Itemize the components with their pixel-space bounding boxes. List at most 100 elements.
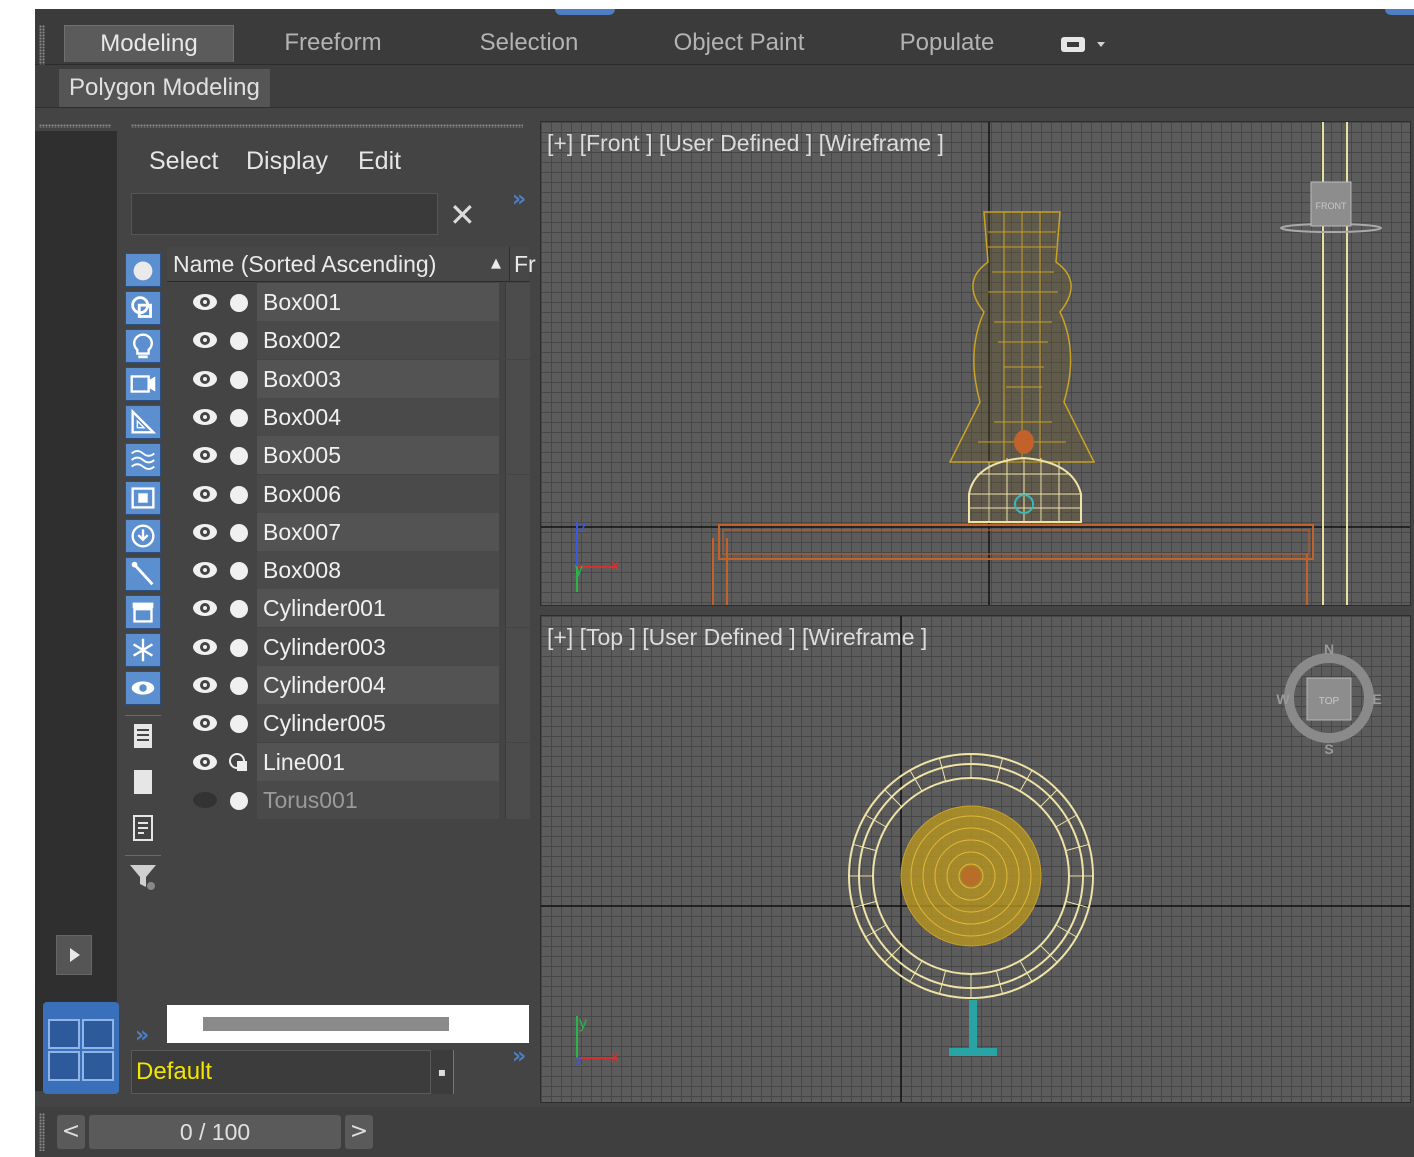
eye-visible-icon[interactable] xyxy=(191,711,219,735)
menu-edit[interactable]: Edit xyxy=(358,147,401,176)
filter-frozen-icon[interactable] xyxy=(125,633,161,667)
next-frame-button[interactable]: > xyxy=(345,1115,373,1149)
tab-populate[interactable]: Populate xyxy=(863,25,1031,61)
tab-polygon-modeling[interactable]: Polygon Modeling xyxy=(59,69,270,107)
top-viewport-label[interactable]: [+] [Top ] [User Defined ] [Wireframe ] xyxy=(547,624,927,651)
scene-search-input[interactable] xyxy=(131,193,438,235)
eye-visible-icon[interactable] xyxy=(191,405,219,429)
column-frozen-header[interactable]: Fr xyxy=(509,247,536,281)
object-name-label[interactable]: Box001 xyxy=(257,283,499,321)
eye-visible-icon[interactable] xyxy=(191,443,219,467)
column-name-header[interactable]: Name (Sorted Ascending) xyxy=(173,247,436,281)
layer-dropdown[interactable]: Default xyxy=(131,1050,431,1094)
display-invert-icon[interactable] xyxy=(125,811,161,845)
frozen-cell[interactable] xyxy=(505,704,530,742)
frozen-cell[interactable] xyxy=(505,283,530,321)
eye-visible-icon[interactable] xyxy=(191,367,219,391)
eye-visible-icon[interactable] xyxy=(191,635,219,659)
clear-search-icon[interactable]: ✕ xyxy=(449,197,476,233)
filter-xrefs-icon[interactable] xyxy=(125,519,161,553)
object-name-label[interactable]: Torus001 xyxy=(257,781,499,819)
eye-visible-icon[interactable] xyxy=(191,750,219,774)
scrollbar-thumb[interactable] xyxy=(203,1017,449,1031)
filter-funnel-icon[interactable] xyxy=(125,859,161,893)
frozen-cell[interactable] xyxy=(505,743,530,781)
frozen-cell[interactable] xyxy=(505,321,530,359)
filter-spacewarps-icon[interactable] xyxy=(125,443,161,477)
frozen-cell[interactable] xyxy=(505,398,530,436)
frozen-cell[interactable] xyxy=(505,551,530,589)
list-item[interactable]: Box008 xyxy=(167,551,530,589)
eye-visible-icon[interactable] xyxy=(191,558,219,582)
filter-geometry-icon[interactable] xyxy=(125,253,161,287)
list-item[interactable]: Box007 xyxy=(167,513,530,551)
object-name-label[interactable]: Box004 xyxy=(257,398,499,436)
panel-grip-left[interactable] xyxy=(39,124,111,128)
tab-modeling[interactable]: Modeling xyxy=(64,25,234,62)
frozen-cell[interactable] xyxy=(505,513,530,551)
frozen-cell[interactable] xyxy=(505,589,530,627)
frozen-cell[interactable] xyxy=(505,666,530,704)
filter-helpers-icon[interactable] xyxy=(125,405,161,439)
list-item[interactable]: Box005 xyxy=(167,436,530,474)
frozen-cell[interactable] xyxy=(505,628,530,666)
frozen-cell[interactable] xyxy=(505,475,530,513)
viewport-layout-button[interactable] xyxy=(43,1002,119,1094)
eye-visible-icon[interactable] xyxy=(191,328,219,352)
list-item[interactable]: Line001 xyxy=(167,743,530,781)
tab-selection[interactable]: Selection xyxy=(445,25,613,61)
object-name-label[interactable]: Box002 xyxy=(257,321,499,359)
viewport-top[interactable]: y z x TOP N S E W [+] [Top ] [User Defin… xyxy=(540,615,1411,1103)
filter-cameras-icon[interactable] xyxy=(125,367,161,401)
frozen-cell[interactable] xyxy=(505,781,530,819)
eye-visible-icon[interactable] xyxy=(191,520,219,544)
expand-panel-button[interactable] xyxy=(56,935,92,975)
list-item[interactable]: Torus001 xyxy=(167,781,530,819)
filter-groups-icon[interactable] xyxy=(125,481,161,515)
list-item[interactable]: Box002 xyxy=(167,321,530,359)
panel-grip-explorer[interactable] xyxy=(131,124,523,128)
list-item[interactable]: Cylinder005 xyxy=(167,704,530,742)
list-item[interactable]: Cylinder001 xyxy=(167,589,530,627)
timebar-grip[interactable] xyxy=(39,1113,45,1151)
layer-expand-chevron-icon[interactable]: » xyxy=(512,1044,526,1069)
object-name-label[interactable]: Cylinder001 xyxy=(257,589,499,627)
list-header[interactable]: Name (Sorted Ascending) ▲ Fr xyxy=(167,247,536,282)
list-item[interactable]: Cylinder004 xyxy=(167,666,530,704)
object-name-label[interactable]: Cylinder003 xyxy=(257,628,499,666)
ribbon-options-dropdown[interactable] xyxy=(1059,33,1115,55)
frozen-cell[interactable] xyxy=(505,436,530,474)
object-name-label[interactable]: Box006 xyxy=(257,475,499,513)
prev-frame-button[interactable]: < xyxy=(57,1115,85,1149)
display-all-icon[interactable] xyxy=(125,765,161,799)
filter-containers-icon[interactable] xyxy=(125,595,161,629)
tab-freeform[interactable]: Freeform xyxy=(249,25,417,61)
time-slider[interactable]: 0 / 100 xyxy=(89,1115,341,1149)
collapse-chevron-icon[interactable]: » xyxy=(135,1023,149,1048)
menu-display[interactable]: Display xyxy=(246,147,328,176)
eye-visible-icon[interactable] xyxy=(191,290,219,314)
object-name-label[interactable]: Box003 xyxy=(257,360,499,398)
eye-visible-icon[interactable] xyxy=(191,482,219,506)
object-name-label[interactable]: Box007 xyxy=(257,513,499,551)
eye-visible-icon[interactable] xyxy=(191,596,219,620)
display-none-icon[interactable] xyxy=(125,719,161,753)
tab-object-paint[interactable]: Object Paint xyxy=(655,25,823,61)
list-item[interactable]: Cylinder003 xyxy=(167,628,530,666)
object-name-label[interactable]: Cylinder004 xyxy=(257,666,499,704)
eye-hidden-icon[interactable] xyxy=(191,788,219,812)
menu-select[interactable]: Select xyxy=(149,147,218,176)
object-name-label[interactable]: Box008 xyxy=(257,551,499,589)
list-horizontal-scrollbar[interactable] xyxy=(167,1005,529,1043)
object-name-label[interactable]: Line001 xyxy=(257,743,499,781)
object-name-label[interactable]: Cylinder005 xyxy=(257,704,499,742)
viewport-front[interactable]: z y x FRONT [+] [Front ] [User Defined ]… xyxy=(540,121,1411,606)
list-item[interactable]: Box004 xyxy=(167,398,530,436)
layer-dropdown-arrow-icon[interactable]: ▪ xyxy=(431,1050,454,1094)
list-item[interactable]: Box001 xyxy=(167,283,530,321)
frozen-cell[interactable] xyxy=(505,360,530,398)
filter-hidden-icon[interactable] xyxy=(125,671,161,705)
filter-bones-icon[interactable] xyxy=(125,557,161,591)
list-item[interactable]: Box006 xyxy=(167,475,530,513)
eye-visible-icon[interactable] xyxy=(191,673,219,697)
